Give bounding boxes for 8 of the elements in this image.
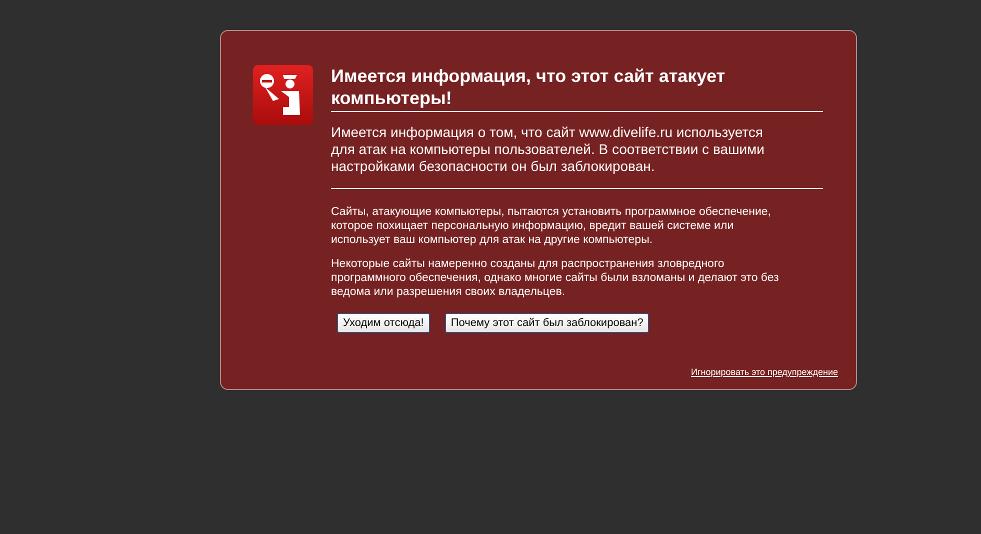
info-paragraph: Некоторые сайты намеренно созданы для распространения зловредного программного обеспечения, однако многие сайты были взломаны и делают это без ведома или разрешения своих владельцев. bbox=[331, 257, 780, 299]
guard-icon bbox=[253, 65, 313, 125]
info-paragraph: Сайты, атакующие компьютеры, пытаются установить программное обеспечение, которое похищает персональную информацию, вредит вашей системе или использует ваш компьютер для атак на другие компьютеры. bbox=[331, 205, 772, 247]
warning-description: Имеется информация о том, что сайт www.divelife.ru используется для атак на компьютеры пользователей. В соответствии с вашими настройками безопасности он был заблокирован. bbox=[331, 124, 823, 189]
warning-title: Имеется информация, что этот сайт атакует компьютеры! bbox=[331, 65, 823, 112]
action-button[interactable]: Уходим отсюда! bbox=[337, 313, 430, 333]
action-button[interactable]: Почему этот сайт был заблокирован? bbox=[444, 313, 650, 333]
ignore-link[interactable]: Игнорировать это предупреждение bbox=[691, 367, 838, 377]
